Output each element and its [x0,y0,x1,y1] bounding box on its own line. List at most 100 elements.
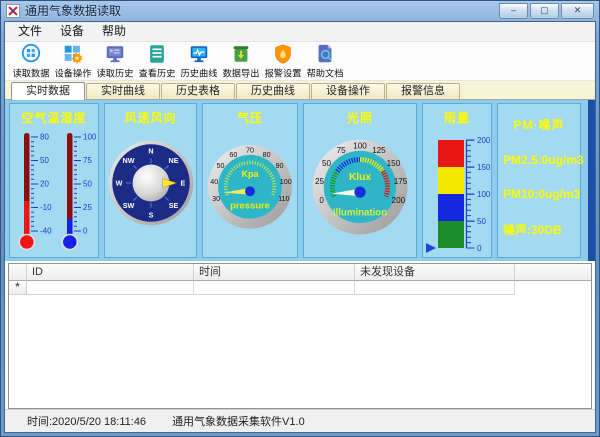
menu-file[interactable]: 文件 [9,22,51,41]
menu-bar: 文件 设备 帮助 [5,22,595,42]
direction-label: E [180,178,185,187]
tick-label: 50 [40,156,49,165]
gauge-tick-label: 90 [276,161,284,170]
panel-title: PM·噪声 [514,116,565,133]
illumination-panel: 光照 0 25 50 75 [303,103,417,258]
realtime-data-page: 空气温湿度 80 50 20 -10 -40 [5,100,595,261]
panel-title: 雨量 [444,109,470,126]
tick-label: 0 [477,244,482,253]
windows-gear-icon [62,43,84,65]
tab-alarm-info[interactable]: 报警信息 [386,83,460,99]
noise-value: 噪声:30DB [503,221,562,238]
status-app-name: 通用气象数据采集软件V1.0 [172,413,305,429]
column-header-time[interactable]: 时间 [194,264,355,281]
status-bar: 时间:2020/5/20 18:11:46 通用气象数据采集软件V1.0 [5,409,595,432]
alarm-shield-icon [272,43,294,65]
client-area: 文件 设备 帮助 读取数据 设备操作 [4,21,596,433]
read-history-button[interactable]: 读取历史 [94,43,136,80]
document-list-icon [146,43,168,65]
direction-label: N [148,146,153,155]
gauge-tick-label: 25 [315,177,325,186]
title-bar: 通用气象数据读取 – ▢ ✕ [0,0,600,21]
column-header-id[interactable]: ID [27,264,194,281]
gauge-label: Illumination [333,208,387,219]
tick-label: 100 [477,190,490,199]
gauge-tick-label: 100 [353,141,367,150]
thermometers: 80 50 20 -10 -40 100 75 50 [12,127,96,252]
history-curve-button[interactable]: 历史曲线 [178,43,220,80]
tab-strip: 实时数据 实时曲线 历史表格 历史曲线 设备操作 报警信息 [5,81,595,100]
minimize-button[interactable]: – [499,3,528,19]
thermometer-bulb [19,235,34,250]
gauge-tick-label: 150 [387,159,401,168]
panel-title: 光照 [347,109,373,126]
gauge-tick-label: 200 [392,196,406,205]
gauge-tick-label: 60 [229,150,237,159]
export-down-icon [230,43,252,65]
read-data-button[interactable]: 读取数据 [10,43,52,80]
tick-label: 20 [40,180,49,189]
refresh-circle-icon [20,43,42,65]
row-selector-header [9,264,27,281]
table-row[interactable]: * [9,281,591,295]
gauge-tick-label: 50 [322,159,332,168]
panel-title: 气压 [237,109,263,126]
rain-segment-yellow [438,167,464,194]
menu-help[interactable]: 帮助 [93,22,135,41]
pressure-gauge: 30 40 50 60 70 80 90 100 110 Kpa pressur… [205,140,295,230]
pm25-value: PM2.5:0ug/m3 [503,153,584,167]
data-export-button[interactable]: 数据导出 [220,43,262,80]
monitor-history-icon [104,43,126,65]
maximize-button[interactable]: ▢ [530,3,559,19]
gauge-unit: Klux [349,172,371,183]
tick-label: 50 [477,217,486,226]
alarm-settings-button[interactable]: 报警设置 [262,43,304,80]
tab-realtime-data[interactable]: 实时数据 [11,82,85,100]
rain-segment-red [438,140,464,167]
rain-panel: 雨量 200 150 100 50 0 [422,103,492,258]
thermometer-fill [24,201,30,237]
column-header-filler [515,264,591,281]
thermometer-bulb [62,235,77,250]
panel-title: 空气温湿度 [21,109,86,126]
tick-label: 150 [477,163,490,172]
gauge-tick-label: 110 [278,194,289,203]
gauge-unit: Kpa [241,169,259,179]
close-button[interactable]: ✕ [561,3,594,19]
app-icon [6,4,20,18]
table-cell [27,281,194,295]
menu-device[interactable]: 设备 [51,22,93,41]
tick-label: -10 [40,203,52,212]
form-background-strip [588,100,595,261]
application-window: 通用气象数据读取 – ▢ ✕ 文件 设备 帮助 读取数据 [0,0,600,437]
humidity-thermometer: 100 75 50 25 0 [55,127,96,252]
panel-title: 风速风向 [124,109,176,126]
doc-search-icon [314,43,336,65]
tab-device-operation[interactable]: 设备操作 [311,83,385,99]
tick-label: 100 [83,133,96,142]
view-history-button[interactable]: 查看历史 [136,43,178,80]
gauge-tick-label: 50 [216,161,224,170]
direction-label: W [115,178,122,187]
data-grid: ID 时间 未发现设备 * [8,263,592,409]
device-operation-button[interactable]: 设备操作 [52,43,94,80]
gauge-tick-label: 100 [280,177,292,186]
tab-history-table[interactable]: 历史表格 [161,83,235,99]
row-selector[interactable]: * [9,281,27,295]
gauge-hub [354,187,365,198]
tick-label: 50 [83,180,92,189]
gauge-label: pressure [230,200,270,211]
gauge-tick-label: 70 [246,146,254,155]
column-header-device[interactable]: 未发现设备 [355,264,515,281]
tab-history-curve[interactable]: 历史曲线 [236,83,310,99]
pressure-panel: 气压 30 40 50 60 70 80 90 100 [202,103,298,258]
gauge-tick-label: 175 [394,177,408,186]
gauge-tick-label: 0 [319,196,324,205]
tick-label: 25 [83,203,92,212]
tab-realtime-curve[interactable]: 实时曲线 [86,83,160,99]
gauge-tick-label: 75 [337,146,347,155]
toolbar: 读取数据 设备操作 读取历史 [5,42,595,81]
temperature-thermometer: 80 50 20 -10 -40 [12,127,53,252]
grid-header-row: ID 时间 未发现设备 [9,264,591,281]
help-doc-button[interactable]: 帮助文档 [304,43,346,80]
